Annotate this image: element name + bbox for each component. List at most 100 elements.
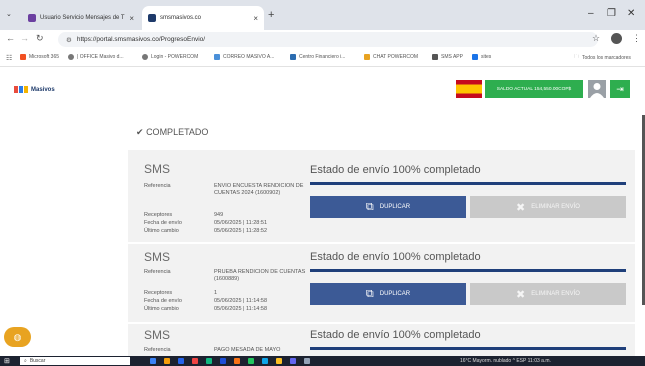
- finance-icon: [290, 54, 296, 60]
- url-field[interactable]: ⚙ https://portal.smsmasivos.co/ProgresoE…: [58, 32, 598, 47]
- bookmark-0[interactable]: Microsoft 365: [20, 54, 59, 60]
- url-text: https://portal.smsmasivos.co/ProgresoEnv…: [76, 36, 206, 43]
- folder-icon: 🗀: [574, 54, 580, 60]
- referencia-value: PRUEBA RENDICION DE CUENTAS (1600889): [214, 269, 306, 282]
- close-icon: ✖: [516, 288, 526, 301]
- card-type: SMS: [144, 328, 171, 342]
- eliminar-button[interactable]: ✖ ELIMINAR ENVÍO: [470, 196, 626, 218]
- taskview-icon[interactable]: [150, 358, 156, 364]
- app-icon[interactable]: [206, 358, 212, 364]
- site-logo[interactable]: Masivos: [14, 86, 55, 93]
- bookmark-5[interactable]: CHAT POWERCOM: [364, 54, 418, 60]
- referencia-value: PAGO MESADA DE MAYO: [214, 347, 281, 353]
- chat-icon: [364, 54, 370, 60]
- windows-start-icon[interactable]: ⊞: [4, 357, 10, 365]
- sites-icon: [472, 54, 478, 60]
- cambio-value: 05/06/2025 | 11:14:58: [214, 306, 268, 312]
- user-avatar-icon[interactable]: [588, 80, 606, 98]
- search-icon: ⌕: [24, 358, 27, 364]
- bookmark-2[interactable]: Login - POWERCOM: [142, 54, 198, 60]
- referencia-value: ENVIO ENCUESTA RENDICION DE CUENTAS 2024…: [214, 183, 304, 196]
- send-card: SMS Referencia PRUEBA RENDICION DE CUENT…: [128, 244, 635, 322]
- logo-mark-icon: [14, 86, 28, 93]
- cambio-value: 05/06/2025 | 11:28:52: [214, 228, 268, 234]
- sms-icon: [432, 54, 438, 60]
- cambio-label: Último cambio: [144, 306, 179, 312]
- back-icon[interactable]: ←: [6, 33, 15, 43]
- tab-favicon-icon: [28, 14, 36, 22]
- send-card: SMS Referencia ENVIO ENCUESTA RENDICION …: [128, 150, 635, 242]
- app-icon[interactable]: [234, 358, 240, 364]
- app-icon[interactable]: [262, 358, 268, 364]
- eliminar-button[interactable]: ✖ ELIMINAR ENVÍO: [470, 283, 626, 305]
- receptores-value: 1: [214, 290, 218, 296]
- app-icon[interactable]: [178, 358, 184, 364]
- web-icon: [68, 54, 74, 60]
- fecha-label: Fecha de envío: [144, 298, 182, 304]
- duplicar-button[interactable]: ⧉ DUPLICAR: [310, 283, 466, 305]
- estado-text: Estado de envío 100% completado: [310, 164, 481, 176]
- close-tab-icon[interactable]: ×: [129, 14, 134, 23]
- files-icon[interactable]: [164, 358, 170, 364]
- close-tab-icon[interactable]: ×: [253, 14, 258, 23]
- card-type: SMS: [144, 250, 171, 264]
- app-icon[interactable]: [220, 358, 226, 364]
- browser-tab-2-active[interactable]: smsmasivos.co ×: [142, 6, 264, 30]
- chat-widget-button[interactable]: ◍: [4, 327, 31, 347]
- taskbar-search[interactable]: ⌕ Buscar: [20, 357, 130, 365]
- bookmark-7[interactable]: sites: [472, 54, 491, 60]
- apps-grid-icon[interactable]: ☷: [6, 54, 12, 62]
- tab-search-icon[interactable]: ⌄: [6, 10, 12, 18]
- system-tray[interactable]: 16°C Mayorm. nublado ^ ESP 11:03 a.m.: [460, 356, 551, 366]
- chrome-icon[interactable]: [276, 358, 282, 364]
- spain-flag-icon[interactable]: [456, 80, 482, 98]
- app-icon[interactable]: [290, 358, 296, 364]
- bookmark-4[interactable]: Centro Financiero i...: [290, 54, 345, 60]
- minimize-icon[interactable]: –: [588, 8, 594, 19]
- microsoft-icon: [20, 54, 26, 60]
- fecha-value: 05/06/2025 | 11:28:51: [214, 220, 268, 226]
- new-tab-icon[interactable]: +: [268, 9, 274, 21]
- receptores-label: Receptores: [144, 290, 173, 296]
- bookmark-1[interactable]: | OFFICE Masivo d...: [68, 54, 124, 60]
- profile-avatar-icon[interactable]: [611, 33, 622, 44]
- progress-bar: [310, 182, 626, 185]
- card-type: SMS: [144, 162, 171, 176]
- estado-text: Estado de envío 100% completado: [310, 329, 481, 341]
- bookmark-3[interactable]: CORREO MASIVO A...: [214, 54, 274, 60]
- app-icon[interactable]: [248, 358, 254, 364]
- copy-icon: ⧉: [365, 200, 374, 213]
- fecha-label: Fecha de envío: [144, 220, 182, 226]
- send-card: SMS Referencia PAGO MESADA DE MAYO Estad…: [128, 324, 635, 356]
- check-icon: ✔: [136, 127, 144, 137]
- logout-button[interactable]: ⇥: [610, 80, 630, 98]
- app-icon[interactable]: [192, 358, 198, 364]
- referencia-label: Referencia: [144, 269, 171, 275]
- bookmark-6[interactable]: SMS APP: [432, 54, 463, 60]
- fecha-value: 05/06/2025 | 11:14:58: [214, 298, 268, 304]
- tab-label: Usuario Servicio Mensajes de T: [40, 15, 125, 21]
- chat-icon: ◍: [13, 331, 22, 342]
- close-window-icon[interactable]: ✕: [627, 8, 635, 19]
- bookmark-star-icon[interactable]: ☆: [592, 33, 600, 44]
- tab-favicon-icon: [148, 14, 156, 22]
- forward-icon[interactable]: →: [20, 33, 29, 43]
- all-bookmarks-folder[interactable]: 🗀 Todos los marcadores: [574, 54, 631, 62]
- section-title: ✔ COMPLETADO: [136, 127, 209, 137]
- estado-text: Estado de envío 100% completado: [310, 251, 481, 263]
- menu-dots-icon[interactable]: ⋮: [632, 33, 641, 44]
- close-icon: ✖: [516, 201, 526, 214]
- copy-icon: ⧉: [365, 287, 374, 300]
- site-info-icon[interactable]: ⚙: [66, 36, 72, 44]
- duplicar-button[interactable]: ⧉ DUPLICAR: [310, 196, 466, 218]
- referencia-label: Referencia: [144, 183, 171, 189]
- receptores-value: 949: [214, 212, 224, 218]
- reload-icon[interactable]: ↻: [36, 33, 44, 44]
- logout-icon: ⇥: [616, 83, 624, 94]
- app-icon[interactable]: [304, 358, 310, 364]
- web-icon: [142, 54, 148, 60]
- referencia-label: Referencia: [144, 347, 171, 353]
- maximize-icon[interactable]: ❐: [607, 8, 616, 19]
- progress-bar: [310, 347, 626, 350]
- browser-tab-1[interactable]: Usuario Servicio Mensajes de T ×: [22, 6, 140, 30]
